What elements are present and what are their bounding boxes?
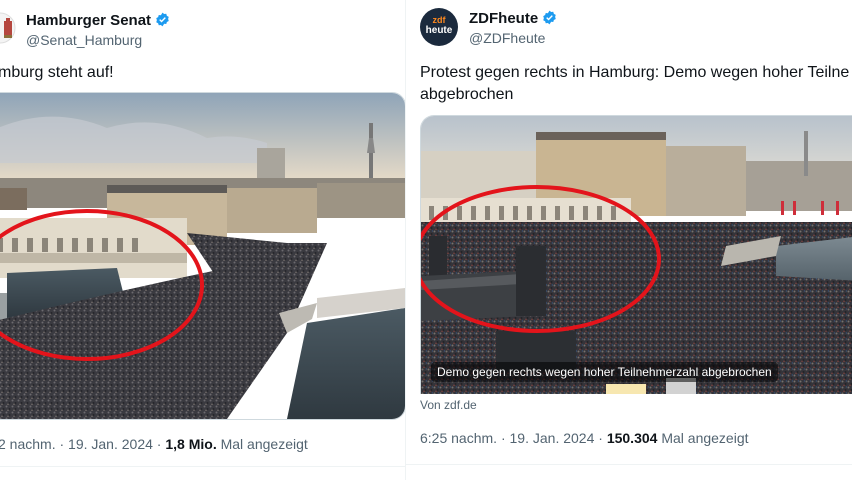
senat-avatar[interactable] — [0, 12, 16, 44]
zdf-logo-bottom: heute — [425, 25, 453, 36]
tweet-meta: 2 nachm. · 19. Jan. 2024 · 1,8 Mio. Mal … — [0, 436, 308, 452]
hamburg-crowd-photo — [0, 93, 405, 419]
tweet-link-card-image[interactable]: Demo gegen rechts wegen hoher Teilnehmer… — [420, 115, 852, 394]
verified-badge-icon — [542, 10, 557, 25]
tweet-text: mburg steht auf! — [0, 64, 114, 81]
link-source[interactable]: Von zdf.de — [420, 398, 477, 412]
author-name[interactable]: Hamburger Senat — [26, 12, 170, 29]
verified-badge-icon — [155, 12, 170, 27]
meta-divider — [406, 464, 852, 465]
tweet-hamburger-senat[interactable]: Hamburger Senat @Senat_Hamburg mburg ste… — [0, 0, 405, 480]
tweet-text-line-1: Protest gegen rechts in Hamburg: Demo we… — [420, 64, 850, 81]
zdf-logo-top: zdf — [432, 15, 446, 25]
author-name[interactable]: ZDFheute — [469, 10, 557, 27]
author-handle[interactable]: @Senat_Hamburg — [26, 32, 142, 48]
tweet-text-line-2: abgebrochen — [420, 86, 514, 103]
tweet-image[interactable] — [0, 92, 405, 420]
tweet-meta: 6:25 nachm. · 19. Jan. 2024 · 150.304 Ma… — [420, 430, 749, 446]
hamburg-crowd-photo — [421, 116, 852, 394]
meta-divider — [0, 466, 405, 467]
tweet-zdfheute[interactable]: zdf heute ZDFheute @ZDFheute Protest geg… — [405, 0, 852, 480]
zdf-avatar[interactable]: zdf heute — [420, 8, 458, 46]
author-handle[interactable]: @ZDFheute — [469, 30, 545, 46]
image-caption: Demo gegen rechts wegen hoher Teilnehmer… — [431, 362, 778, 382]
